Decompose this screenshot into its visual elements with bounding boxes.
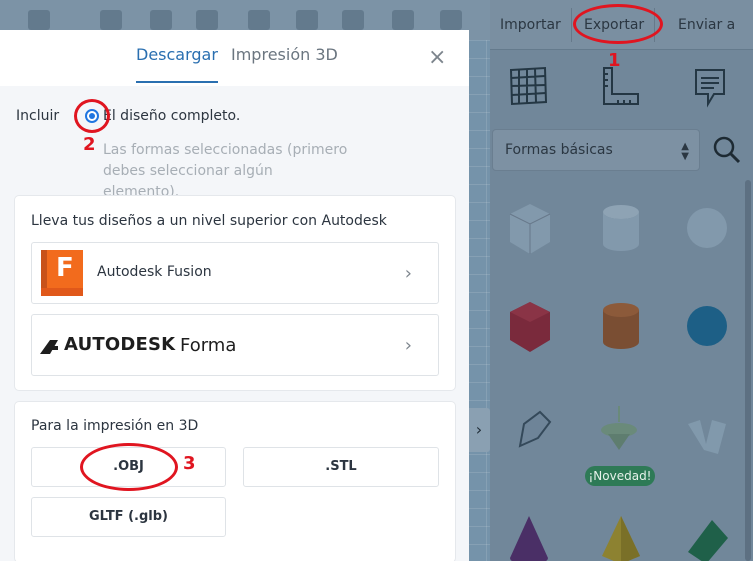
shape-cylinder[interactable] — [596, 298, 646, 354]
toolbar-icon[interactable] — [296, 10, 318, 30]
shapes-panel: Importar Exportar Enviar a Formas básica… — [490, 0, 753, 561]
import-button[interactable]: Importar — [490, 8, 572, 42]
grid-icon[interactable] — [506, 64, 550, 108]
autodesk-brand: AUTODESK — [64, 334, 176, 355]
print-3d-card: Para la impresión en 3D .OBJ .STL GLTF (… — [15, 402, 455, 561]
active-tab-indicator — [136, 81, 218, 83]
export-dialog: Descargar Impresión 3D × Incluir El dise… — [0, 30, 469, 561]
send-to-button[interactable]: Enviar a — [668, 8, 745, 42]
shape-pen-nib[interactable] — [510, 404, 560, 460]
chevron-right-icon: › — [404, 263, 412, 284]
autodesk-card: Lleva tus diseños a un nivel superior co… — [15, 196, 455, 390]
shape-cylinder-hole[interactable] — [596, 200, 646, 256]
shape-text-3d[interactable] — [682, 410, 732, 466]
fusion-logo-letter: F — [56, 253, 74, 283]
shape-cone[interactable] — [504, 512, 554, 561]
dialog-header: Descargar Impresión 3D × — [0, 30, 469, 86]
shape-wedge[interactable] — [682, 512, 732, 561]
chevron-right-icon: › — [404, 335, 412, 356]
toolbar-icon[interactable] — [342, 10, 364, 30]
radio-selected-shapes-label: Las formas seleccionadas (primero debes … — [103, 142, 348, 200]
toolbar-icon[interactable] — [196, 10, 218, 30]
tab-3d-print[interactable]: Impresión 3D — [231, 45, 338, 73]
search-icon[interactable] — [706, 129, 748, 171]
autodesk-fusion-link[interactable]: F Autodesk Fusion › — [31, 242, 439, 304]
include-label: Incluir — [16, 108, 60, 124]
new-badge: ¡Novedad! — [585, 466, 655, 486]
tab-download[interactable]: Descargar — [136, 45, 218, 83]
forma-product-name: Forma — [180, 335, 237, 356]
annotation-circle-export — [573, 4, 663, 44]
shape-sphere[interactable] — [682, 298, 732, 354]
shape-box-hole[interactable] — [504, 200, 554, 256]
shape-sphere-hole[interactable] — [682, 200, 732, 256]
annotation-number-1: 1 — [608, 50, 621, 71]
autodesk-logo-icon — [40, 340, 58, 354]
select-arrows-icon: ▲ ▼ — [681, 141, 689, 162]
toolbar-icon[interactable] — [100, 10, 122, 30]
autodesk-forma-link[interactable]: AUTODESK Forma › — [31, 314, 439, 376]
shape-box[interactable] — [504, 298, 554, 354]
shape-category-select[interactable]: Formas básicas ▲ ▼ — [492, 129, 700, 171]
shape-spinning-top[interactable] — [594, 404, 644, 460]
close-icon[interactable]: × — [428, 46, 446, 70]
annotation-circle-radio — [74, 99, 110, 133]
shape-category-label: Formas básicas — [505, 142, 613, 158]
panel-scrollbar[interactable] — [745, 180, 751, 561]
toolbar-icon[interactable] — [248, 10, 270, 30]
toolbar-icon[interactable] — [150, 10, 172, 30]
toolbar-icon[interactable] — [440, 10, 462, 30]
panel-toggle-tab[interactable]: › — [468, 408, 490, 452]
autodesk-card-title: Lleva tus diseños a un nivel superior co… — [31, 213, 387, 229]
annotation-number-3: 3 — [183, 453, 196, 474]
export-stl-button[interactable]: .STL — [243, 447, 439, 487]
toolbar-icon[interactable] — [28, 10, 50, 30]
shape-pyramid[interactable] — [596, 512, 646, 561]
annotation-number-2: 2 — [83, 134, 96, 155]
notes-icon[interactable] — [688, 64, 732, 108]
tab-download-label: Descargar — [136, 45, 218, 64]
fusion-name: Autodesk Fusion — [97, 264, 212, 280]
export-gltf-button[interactable]: GLTF (.glb) — [31, 497, 226, 537]
toolbar-icon[interactable] — [392, 10, 414, 30]
radio-full-design-label[interactable]: El diseño completo. — [103, 108, 240, 124]
annotation-circle-obj — [80, 443, 178, 491]
tab-3d-print-label: Impresión 3D — [231, 45, 338, 64]
print-3d-card-title: Para la impresión en 3D — [31, 418, 199, 434]
